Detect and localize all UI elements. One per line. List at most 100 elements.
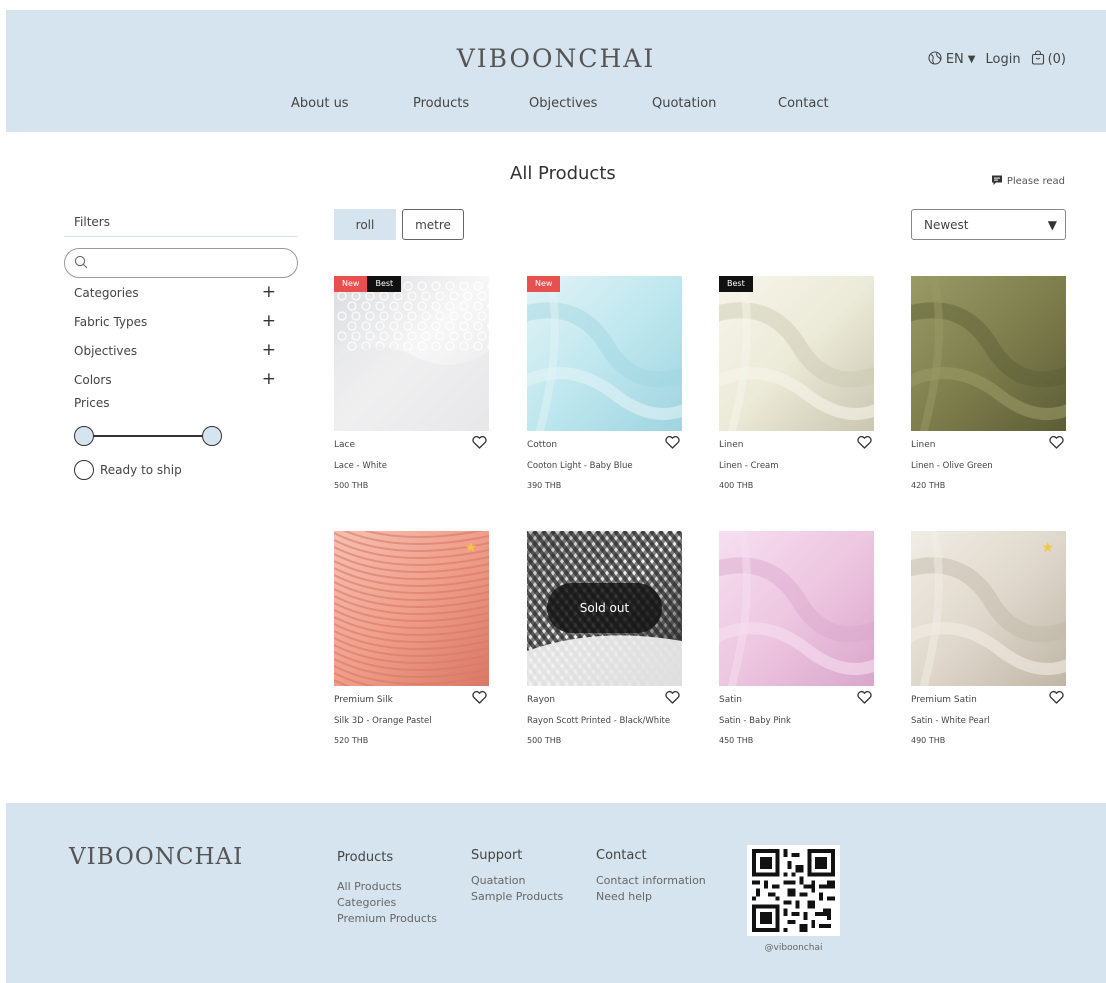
- login-link[interactable]: Login: [986, 52, 1021, 67]
- product-card[interactable]: Sold out Rayon Rayon Scott Printed - Black…: [527, 531, 682, 745]
- footer-link[interactable]: Quatation: [471, 873, 563, 889]
- footer-link[interactable]: Sample Products: [471, 889, 563, 905]
- product-name[interactable]: Linen - Olive Green: [911, 461, 1066, 471]
- ready-to-ship-radio[interactable]: [74, 460, 94, 480]
- product-name[interactable]: Lace - White: [334, 461, 489, 471]
- product-category: Linen: [719, 440, 744, 450]
- filter-colors[interactable]: Colors +: [64, 365, 298, 394]
- sold-out-overlay: Sold out: [547, 583, 662, 633]
- plus-icon[interactable]: +: [262, 313, 276, 330]
- ready-to-ship-option[interactable]: Ready to ship: [74, 460, 298, 480]
- product-image[interactable]: ★: [334, 531, 489, 686]
- language-selector[interactable]: EN ▼: [928, 50, 976, 69]
- search-input[interactable]: [64, 248, 298, 278]
- product-category: Linen: [911, 440, 936, 450]
- slider-max-handle[interactable]: [202, 426, 222, 446]
- product-card[interactable]: New Cotton Cooton Light - Baby Blue 390 THB: [527, 276, 682, 490]
- product-category: Lace: [334, 440, 356, 450]
- unit-metre-button[interactable]: metre: [402, 209, 464, 240]
- product-image[interactable]: New Best: [334, 276, 489, 431]
- product-name[interactable]: Cooton Light - Baby Blue: [527, 461, 682, 471]
- prices-label: Prices: [74, 396, 110, 410]
- product-card[interactable]: New Best Lace Lace - White 500 THB: [334, 276, 489, 490]
- language-label: EN: [945, 52, 964, 67]
- heart-icon[interactable]: [665, 436, 680, 452]
- product-price: 490 THB: [911, 736, 946, 745]
- product-name[interactable]: Linen - Cream: [719, 461, 874, 471]
- heart-icon[interactable]: [1049, 691, 1064, 707]
- best-badge: Best: [719, 276, 753, 292]
- footer-column-title: Support: [471, 848, 523, 863]
- nav-quotation[interactable]: Quotation: [652, 96, 716, 111]
- heart-icon[interactable]: [857, 436, 872, 452]
- product-image[interactable]: [911, 276, 1066, 431]
- product-image[interactable]: New: [527, 276, 682, 431]
- product-card[interactable]: Satin Satin - Baby Pink 450 THB: [719, 531, 874, 745]
- product-category: Premium Satin: [911, 695, 977, 705]
- nav-products[interactable]: Products: [413, 96, 469, 111]
- heart-icon[interactable]: [1049, 436, 1064, 452]
- footer-logo[interactable]: VIBOONCHAI: [69, 844, 243, 870]
- product-price: 390 THB: [527, 481, 562, 490]
- footer-column-title: Products: [337, 850, 394, 865]
- product-card[interactable]: Best Linen Linen - Cream 400 THB: [719, 276, 874, 490]
- filter-label: Categories: [74, 285, 139, 300]
- price-range-slider[interactable]: [74, 424, 288, 448]
- heart-icon[interactable]: [665, 691, 680, 707]
- site-header: VIBOONCHAI EN ▼ Login (0) About us Produ…: [6, 10, 1106, 132]
- please-read-link[interactable]: Please read: [991, 174, 1065, 189]
- footer-link[interactable]: Contact information: [596, 873, 706, 889]
- product-name[interactable]: Silk 3D - Orange Pastel: [334, 716, 489, 726]
- product-name[interactable]: Satin - Baby Pink: [719, 716, 874, 726]
- filter-fabric-types[interactable]: Fabric Types +: [64, 307, 298, 336]
- qr-code: [747, 845, 840, 936]
- product-image[interactable]: [719, 531, 874, 686]
- footer-link[interactable]: Premium Products: [337, 911, 437, 927]
- product-name[interactable]: Satin - White Pearl: [911, 716, 1066, 726]
- qr-handle: @viboonchai: [764, 943, 823, 953]
- nav-objectives[interactable]: Objectives: [529, 96, 597, 111]
- footer-link[interactable]: Categories: [337, 895, 437, 911]
- plus-icon[interactable]: +: [262, 342, 276, 359]
- globe-icon: [928, 50, 942, 69]
- product-price: 520 THB: [334, 736, 369, 745]
- best-badge: Best: [367, 276, 402, 292]
- main-nav: About us Products Objectives Quotation C…: [6, 96, 1106, 116]
- footer-link[interactable]: Need help: [596, 889, 706, 905]
- product-category: Rayon: [527, 695, 556, 705]
- message-icon: [991, 174, 1003, 189]
- product-card[interactable]: ★ Premium Silk Silk 3D - Orange Pastel 520 …: [334, 531, 489, 745]
- sort-select[interactable]: Newest ▼: [911, 209, 1066, 240]
- filter-categories[interactable]: Categories +: [64, 278, 298, 307]
- filter-objectives[interactable]: Objectives +: [64, 336, 298, 365]
- slider-min-handle[interactable]: [74, 426, 94, 446]
- filter-label: Colors: [74, 372, 112, 387]
- caret-down-icon: ▼: [967, 54, 976, 65]
- product-card[interactable]: ★ Premium Satin Satin - White Pearl 490 THB: [911, 531, 1066, 745]
- cart-button[interactable]: (0): [1031, 50, 1066, 69]
- plus-icon[interactable]: +: [262, 284, 276, 301]
- plus-icon[interactable]: +: [262, 371, 276, 388]
- product-price: 500 THB: [334, 481, 369, 490]
- footer-link[interactable]: All Products: [337, 879, 437, 895]
- heart-icon[interactable]: [472, 691, 487, 707]
- site-footer: VIBOONCHAI Products All Products Categor…: [6, 803, 1106, 983]
- product-badges: New: [527, 276, 561, 292]
- product-price: 450 THB: [719, 736, 754, 745]
- heart-icon[interactable]: [857, 691, 872, 707]
- please-read-label: Please read: [1006, 176, 1065, 187]
- product-name[interactable]: Rayon Scott Printed - Black/White: [527, 716, 682, 726]
- unit-roll-button[interactable]: roll: [334, 209, 396, 240]
- footer-column-products: Products All Products Categories Premium…: [337, 850, 437, 927]
- product-image[interactable]: Best: [719, 276, 874, 431]
- product-card[interactable]: Linen Linen - Olive Green 420 THB: [911, 276, 1066, 490]
- product-image[interactable]: Sold out: [527, 531, 682, 686]
- footer-column-support: Support Quatation Sample Products: [471, 848, 563, 905]
- caret-down-icon: ▼: [1047, 217, 1057, 232]
- nav-about-us[interactable]: About us: [291, 96, 349, 111]
- product-image[interactable]: ★: [911, 531, 1066, 686]
- filter-label: Objectives: [74, 343, 138, 358]
- heart-icon[interactable]: [472, 436, 487, 452]
- page-title: All Products: [510, 163, 616, 184]
- nav-contact[interactable]: Contact: [778, 96, 829, 111]
